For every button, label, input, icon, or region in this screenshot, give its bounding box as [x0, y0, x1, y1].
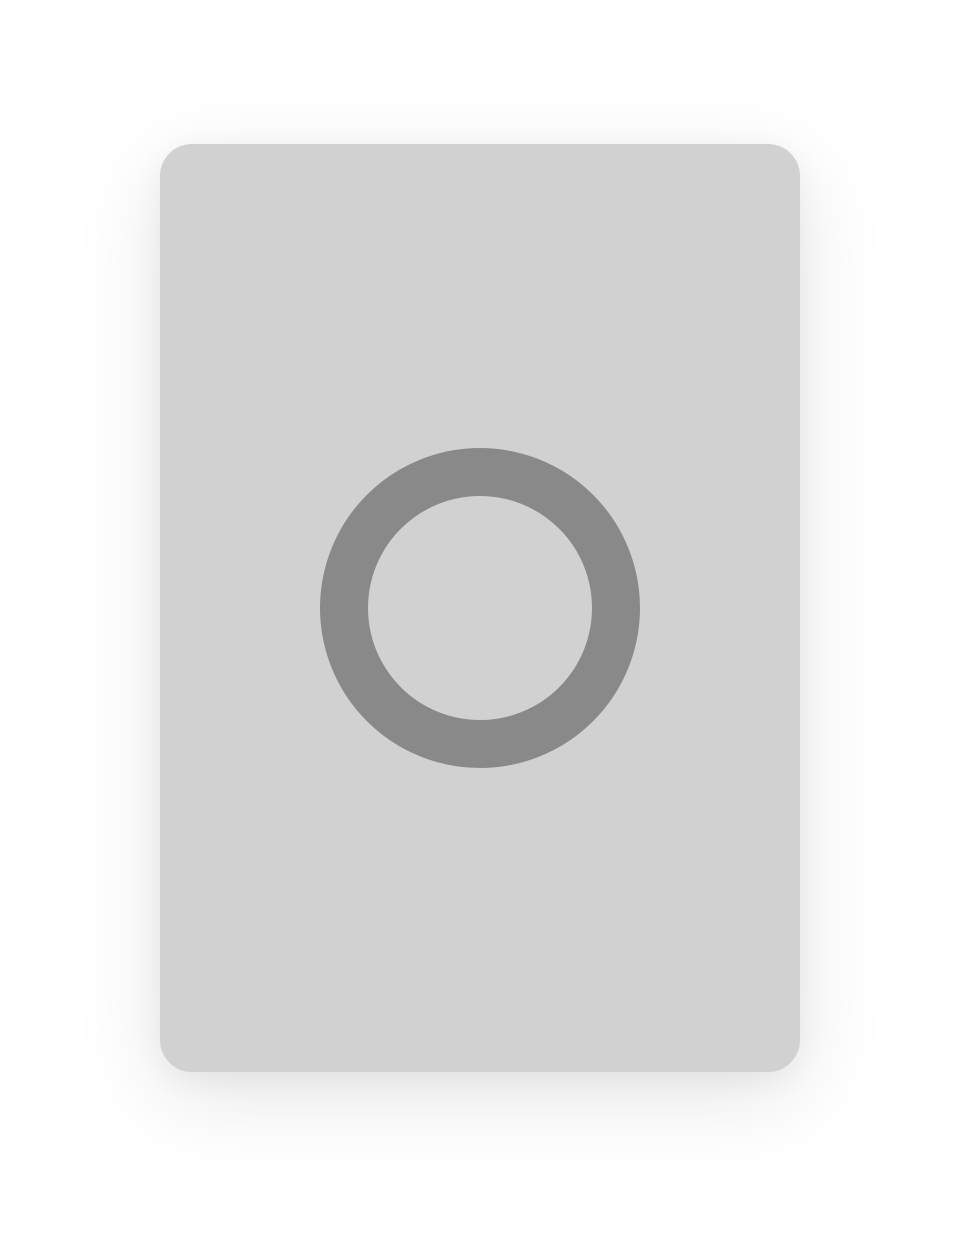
image-placeholder-card: [160, 144, 800, 1072]
ring-icon: [320, 448, 640, 768]
page-canvas: [0, 0, 960, 1248]
